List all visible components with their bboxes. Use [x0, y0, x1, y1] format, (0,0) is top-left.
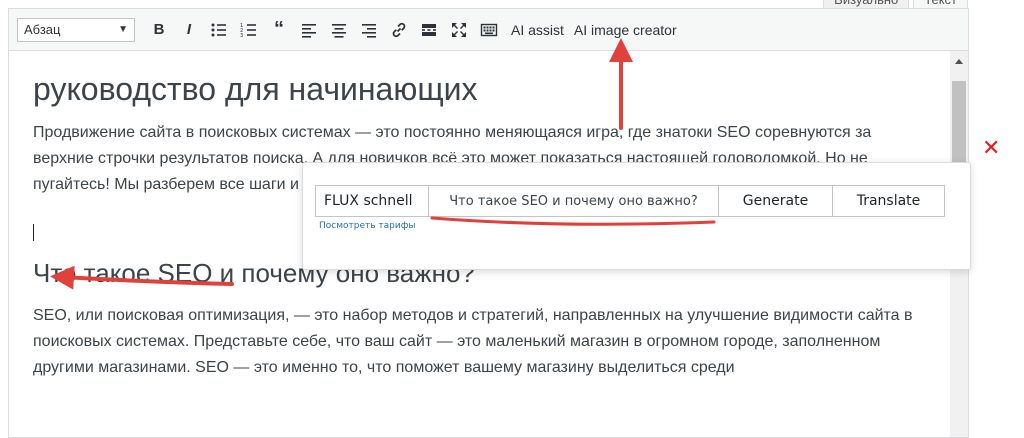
- keyboard-icon: [480, 23, 498, 36]
- fullscreen-icon: [452, 22, 466, 37]
- bullet-list-icon: [211, 23, 226, 36]
- align-left-icon: [302, 23, 316, 38]
- align-center-icon: [332, 23, 346, 38]
- body-paragraph: SEO, или поисковая оптимизация, — это на…: [33, 307, 913, 376]
- numbered-list-button[interactable]: 123: [237, 18, 261, 42]
- format-dropdown[interactable]: Абзац ▼: [17, 17, 135, 42]
- generate-button[interactable]: Generate: [719, 185, 833, 217]
- ai-image-creator-panel: FLUX schnell Что такое SEO и почему оно …: [302, 162, 971, 270]
- bold-button[interactable]: B: [147, 18, 171, 42]
- ai-assist-button[interactable]: AI assist: [511, 18, 564, 42]
- translate-button[interactable]: Translate: [833, 185, 945, 217]
- numbered-list-icon: 123: [240, 23, 256, 39]
- toolbar-toggle-button[interactable]: [477, 18, 501, 42]
- align-center-button[interactable]: [327, 18, 351, 42]
- insert-link-button[interactable]: [387, 18, 411, 42]
- italic-button[interactable]: I: [177, 18, 201, 42]
- align-right-icon: [362, 23, 376, 38]
- fullscreen-button[interactable]: [447, 18, 471, 42]
- cut-off-heading-line: [33, 51, 928, 61]
- model-select[interactable]: FLUX schnell: [315, 185, 429, 217]
- bullet-list-button[interactable]: [207, 18, 231, 42]
- format-dropdown-value: Абзац: [24, 22, 61, 37]
- text-cursor: [33, 224, 34, 241]
- read-more-button[interactable]: [417, 18, 441, 42]
- generator-controls: FLUX schnell Что такое SEO и почему оно …: [315, 185, 945, 217]
- read-more-icon: [422, 23, 436, 36]
- align-right-button[interactable]: [357, 18, 381, 42]
- bold-label: B: [153, 21, 165, 38]
- italic-label: I: [186, 21, 192, 38]
- close-panel-button[interactable]: ✕: [982, 138, 1000, 160]
- editor-toolbar: Абзац ▼ B I 123 “ AI assist AI image cre…: [9, 9, 968, 51]
- svg-text:3: 3: [240, 33, 243, 39]
- link-icon: [392, 22, 406, 37]
- blockquote-button[interactable]: “: [267, 18, 291, 42]
- scroll-up-arrow-icon[interactable]: [955, 59, 963, 64]
- scrollbar-thumb[interactable]: [952, 81, 966, 171]
- quote-icon: “: [274, 18, 284, 40]
- article-heading: руководство для начинающих: [33, 71, 478, 107]
- prompt-input[interactable]: Что такое SEO и почему оно важно?: [429, 185, 719, 217]
- chevron-down-icon: ▼: [118, 24, 128, 35]
- ai-image-creator-button[interactable]: AI image creator: [574, 18, 677, 42]
- align-left-button[interactable]: [297, 18, 321, 42]
- pricing-link[interactable]: Посмотреть тарифы: [319, 221, 416, 231]
